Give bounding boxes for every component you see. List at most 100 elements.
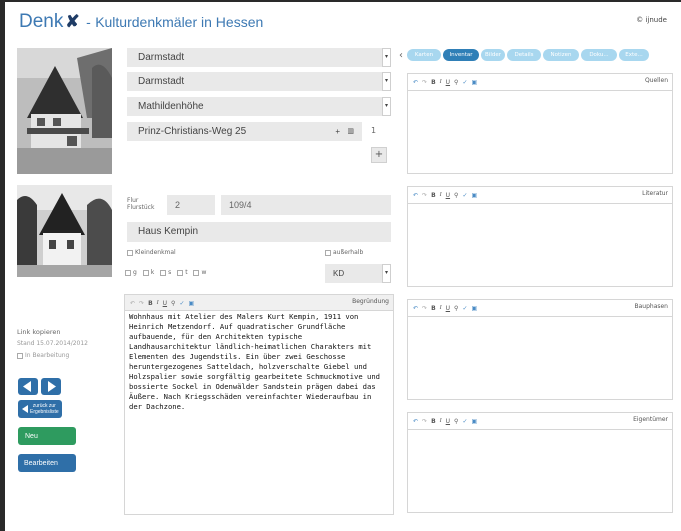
link-icon[interactable]: ⚲	[171, 300, 175, 307]
new-button[interactable]: Neu	[18, 427, 76, 445]
house-number[interactable]: 1	[371, 126, 376, 135]
kreis-select[interactable]: Darmstadt ▾	[127, 48, 391, 67]
undo-icon[interactable]: ↶	[413, 305, 418, 312]
italic-icon[interactable]: I	[440, 418, 442, 424]
redo-icon[interactable]: ↷	[422, 192, 427, 199]
chevron-down-icon[interactable]: ▾	[382, 264, 391, 283]
underline-icon[interactable]: U	[163, 300, 167, 307]
copy-link[interactable]: Link kopieren	[17, 328, 60, 336]
spellcheck-icon[interactable]: ✓	[462, 79, 467, 86]
back-to-results-button[interactable]: zurück zur Ergebnisliste	[18, 400, 62, 418]
link-icon[interactable]: ⚲	[454, 418, 458, 425]
underline-icon[interactable]: U	[446, 192, 450, 199]
image-icon[interactable]: ▣	[471, 192, 477, 199]
link-icon[interactable]: ⚲	[454, 305, 458, 312]
edit-button[interactable]: Bearbeiten	[18, 454, 76, 472]
flurstueck-input[interactable]: 109/4	[221, 195, 391, 215]
in-bearbeitung-checkbox[interactable]: In Bearbeitung	[17, 352, 69, 359]
link-icon[interactable]: ⚲	[454, 192, 458, 199]
tab-notizen[interactable]: Notizen	[543, 49, 579, 61]
kleindenkmal-box[interactable]	[127, 249, 133, 256]
begruendung-text[interactable]: Wohnhaus mit Atelier des Malers Kurt Kem…	[129, 312, 387, 412]
tabs-prev-icon[interactable]: ‹	[399, 50, 403, 61]
tab-karten[interactable]: Karten	[407, 49, 441, 61]
quellen-area[interactable]	[408, 90, 672, 173]
login-link[interactable]: © ijnude	[636, 16, 667, 24]
option-g-box[interactable]	[125, 269, 131, 276]
bauphasen-editor[interactable]: ↶ ↷ B I U ⚲ ✓ ▣ Bauphasen	[407, 299, 673, 400]
chevron-down-icon[interactable]: ▾	[382, 48, 391, 67]
image-icon[interactable]: ▣	[188, 300, 194, 307]
bold-icon[interactable]: B	[431, 192, 436, 199]
gemeinde-select[interactable]: Darmstadt ▾	[127, 72, 391, 91]
italic-icon[interactable]: I	[157, 300, 159, 306]
begruendung-editor[interactable]: ↶ ↷ B I U ⚲ ✓ ▣ Begründung Wohnhaus mit …	[124, 294, 394, 515]
literatur-area[interactable]	[408, 203, 672, 286]
tab-details[interactable]: Details	[507, 49, 541, 61]
next-button[interactable]	[41, 378, 61, 395]
undo-icon[interactable]: ↶	[130, 300, 135, 307]
object-name-input[interactable]: Haus Kempin	[127, 222, 391, 242]
ausserhalb-box[interactable]	[325, 249, 331, 256]
delete-street-icon[interactable]: ▥	[347, 122, 354, 141]
option-s-box[interactable]	[160, 269, 167, 276]
spellcheck-icon[interactable]: ✓	[462, 418, 467, 425]
ausserhalb-label: außerhalb	[333, 249, 364, 256]
add-address-button[interactable]: +	[371, 147, 387, 163]
image-icon[interactable]: ▣	[471, 79, 477, 86]
flur-input[interactable]: 2	[167, 195, 215, 215]
option-k-box[interactable]	[142, 269, 149, 276]
undo-icon[interactable]: ↶	[413, 418, 418, 425]
bauphasen-area[interactable]	[408, 316, 672, 399]
redo-icon[interactable]: ↷	[422, 418, 427, 425]
redo-icon[interactable]: ↷	[422, 305, 427, 312]
bold-icon[interactable]: B	[431, 305, 436, 312]
tab-bilder[interactable]: Bilder	[481, 49, 505, 61]
quellen-editor[interactable]: ↶ ↷ B I U ⚲ ✓ ▣ Quellen	[407, 73, 673, 174]
kleindenkmal-checkbox[interactable]: Kleindenkmal	[127, 249, 176, 256]
tab-dokumente[interactable]: Doku...	[581, 49, 617, 61]
add-street-icon[interactable]: +	[335, 122, 340, 141]
chevron-down-icon[interactable]: ▾	[382, 97, 391, 116]
photo-house-2[interactable]	[17, 185, 112, 277]
option-w-box[interactable]	[193, 269, 200, 276]
undo-icon[interactable]: ↶	[413, 79, 418, 86]
italic-icon[interactable]: I	[440, 79, 442, 85]
tab-bar: ‹ Karten Inventar Bilder Details Notizen…	[399, 49, 649, 61]
spellcheck-icon[interactable]: ✓	[462, 192, 467, 199]
spellcheck-icon[interactable]: ✓	[179, 300, 184, 307]
ortsteil-select[interactable]: Mathildenhöhe ▾	[127, 97, 391, 116]
option-k-label: k	[150, 269, 155, 276]
editor-toolbar: ↶ ↷ B I U ⚲ ✓ ▣	[408, 302, 672, 314]
tab-extern[interactable]: Exte...	[619, 49, 649, 61]
previous-button[interactable]	[18, 378, 38, 395]
image-icon[interactable]: ▣	[471, 418, 477, 425]
bold-icon[interactable]: B	[431, 79, 436, 86]
redo-icon[interactable]: ↷	[139, 300, 144, 307]
bold-icon[interactable]: B	[148, 300, 153, 307]
chevron-down-icon[interactable]: ▾	[382, 72, 391, 91]
in-bearbeitung-box[interactable]	[17, 352, 23, 359]
bold-icon[interactable]: B	[431, 418, 436, 425]
arrow-left-icon	[23, 381, 31, 392]
spellcheck-icon[interactable]: ✓	[462, 305, 467, 312]
eigentuemer-area[interactable]	[408, 429, 672, 512]
underline-icon[interactable]: U	[446, 305, 450, 312]
photo-house-1[interactable]	[17, 48, 112, 174]
tab-inventar[interactable]: Inventar	[443, 49, 479, 61]
kd-select[interactable]: KD ▾	[325, 264, 391, 283]
kleindenkmal-label: Kleindenkmal	[135, 249, 176, 256]
underline-icon[interactable]: U	[446, 79, 450, 86]
italic-icon[interactable]: I	[440, 192, 442, 198]
literatur-editor[interactable]: ↶ ↷ B I U ⚲ ✓ ▣ Literatur	[407, 186, 673, 287]
italic-icon[interactable]: I	[440, 305, 442, 311]
eigentuemer-editor[interactable]: ↶ ↷ B I U ⚲ ✓ ▣ Eigentümer	[407, 412, 673, 513]
option-t-box[interactable]	[177, 269, 184, 276]
undo-icon[interactable]: ↶	[413, 192, 418, 199]
link-icon[interactable]: ⚲	[454, 79, 458, 86]
ausserhalb-checkbox[interactable]: außerhalb	[325, 249, 363, 256]
image-icon[interactable]: ▣	[471, 305, 477, 312]
underline-icon[interactable]: U	[446, 418, 450, 425]
strasse-select[interactable]: Prinz-Christians-Weg 25 + ▥	[127, 122, 362, 141]
redo-icon[interactable]: ↷	[422, 79, 427, 86]
